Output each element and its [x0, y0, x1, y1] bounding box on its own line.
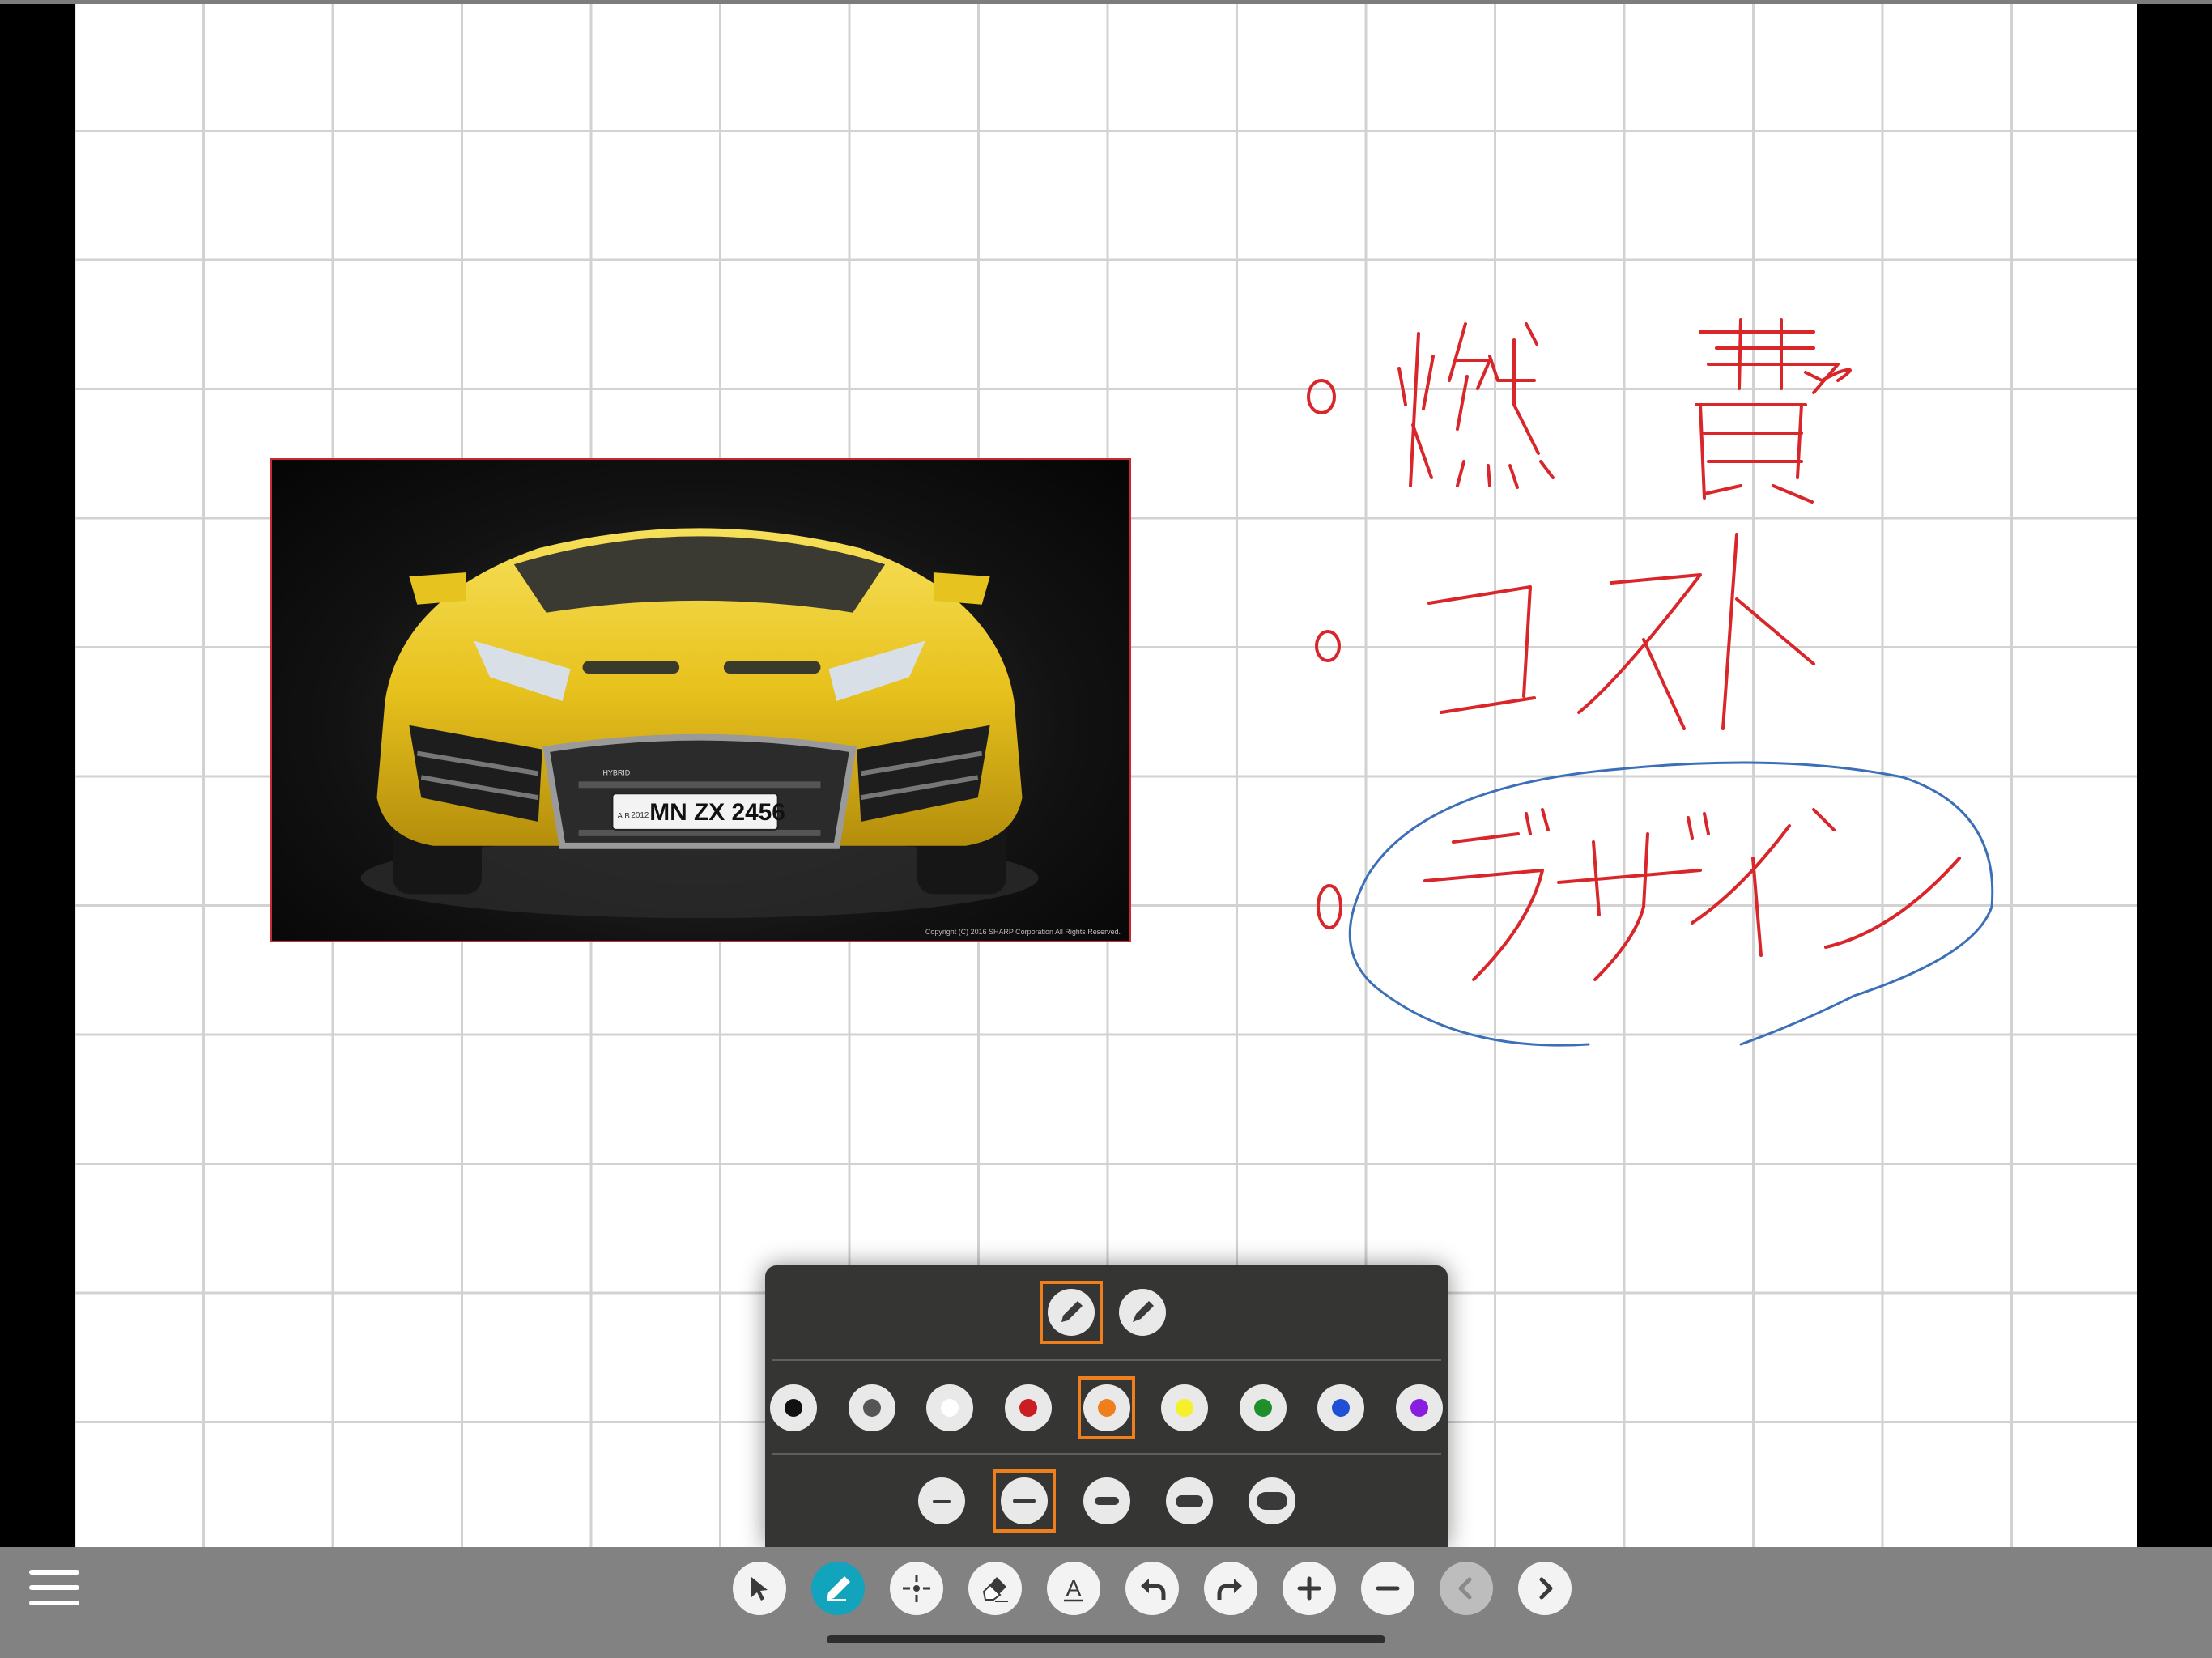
- bottom-toolbar: A: [0, 1547, 2212, 1658]
- pen-type-2-option[interactable]: [1111, 1281, 1174, 1344]
- select-tool-button[interactable]: [733, 1562, 786, 1615]
- next-page-icon: [1539, 1577, 1553, 1600]
- license-plate-text: MN ZX 2456: [649, 799, 785, 826]
- menu-button[interactable]: [29, 1565, 79, 1610]
- color-yellow-option[interactable]: [1156, 1376, 1214, 1439]
- car-photo[interactable]: HYBRID A B 2012 MN ZX 2456 Copyright (C)…: [270, 458, 1131, 942]
- pen-type-row: [765, 1281, 1448, 1344]
- width-1-option[interactable]: [910, 1469, 973, 1533]
- pen-tool-button[interactable]: [811, 1562, 865, 1615]
- pen-icon: [827, 1576, 850, 1601]
- color-purple-option[interactable]: [1390, 1376, 1448, 1439]
- eraser-tool-button[interactable]: [968, 1562, 1022, 1615]
- panel-divider: [772, 1453, 1441, 1455]
- hybrid-badge: HYBRID: [602, 768, 630, 776]
- pen-type-1-option[interactable]: [1039, 1281, 1103, 1344]
- svg-text:A: A: [1066, 1575, 1082, 1601]
- width-row: [765, 1466, 1448, 1536]
- pen-settings-panel: [765, 1265, 1448, 1547]
- zoom-in-button[interactable]: [1283, 1562, 1336, 1615]
- previous-page-icon: [1458, 1577, 1472, 1600]
- tool-group: A: [733, 1562, 1572, 1615]
- plate-side-letters: A B: [617, 812, 630, 821]
- width-4-option[interactable]: [1158, 1469, 1221, 1533]
- width-3-option[interactable]: [1075, 1469, 1138, 1533]
- home-indicator[interactable]: [827, 1635, 1385, 1643]
- redo-icon: [1217, 1579, 1242, 1600]
- next-page-button[interactable]: [1518, 1562, 1572, 1615]
- redo-button[interactable]: [1204, 1562, 1257, 1615]
- text-icon: A: [1064, 1575, 1083, 1602]
- width-5-option[interactable]: [1240, 1469, 1304, 1533]
- color-black-option[interactable]: [765, 1376, 823, 1439]
- color-gray-option[interactable]: [844, 1376, 901, 1439]
- pointer-tool-button[interactable]: [890, 1562, 943, 1615]
- hamburger-icon: [29, 1570, 79, 1575]
- photo-copyright: Copyright (C) 2016 SHARP Corporation All…: [925, 928, 1121, 936]
- color-green-option[interactable]: [1234, 1376, 1291, 1439]
- text-tool-button[interactable]: A: [1047, 1562, 1100, 1615]
- eraser-icon: [982, 1577, 1008, 1602]
- highlighter-nib-icon: [1118, 1289, 1166, 1336]
- color-red-option[interactable]: [1000, 1376, 1057, 1439]
- panel-divider: [772, 1359, 1441, 1361]
- zoom-in-icon: [1297, 1576, 1321, 1601]
- color-white-option[interactable]: [921, 1376, 979, 1439]
- pen-nib-icon: [1047, 1289, 1095, 1336]
- undo-button[interactable]: [1125, 1562, 1179, 1615]
- pointer-crosshair-icon: [903, 1575, 930, 1602]
- color-blue-option[interactable]: [1312, 1376, 1370, 1439]
- undo-icon: [1141, 1579, 1166, 1600]
- select-arrow-icon: [751, 1577, 768, 1601]
- plate-year: 2012: [631, 811, 649, 820]
- color-orange-option[interactable]: [1078, 1376, 1135, 1439]
- width-2-option[interactable]: [992, 1469, 1056, 1533]
- previous-page-button[interactable]: [1440, 1562, 1493, 1615]
- zoom-out-button[interactable]: [1361, 1562, 1414, 1615]
- color-row: [765, 1373, 1448, 1443]
- zoom-out-icon: [1376, 1586, 1400, 1591]
